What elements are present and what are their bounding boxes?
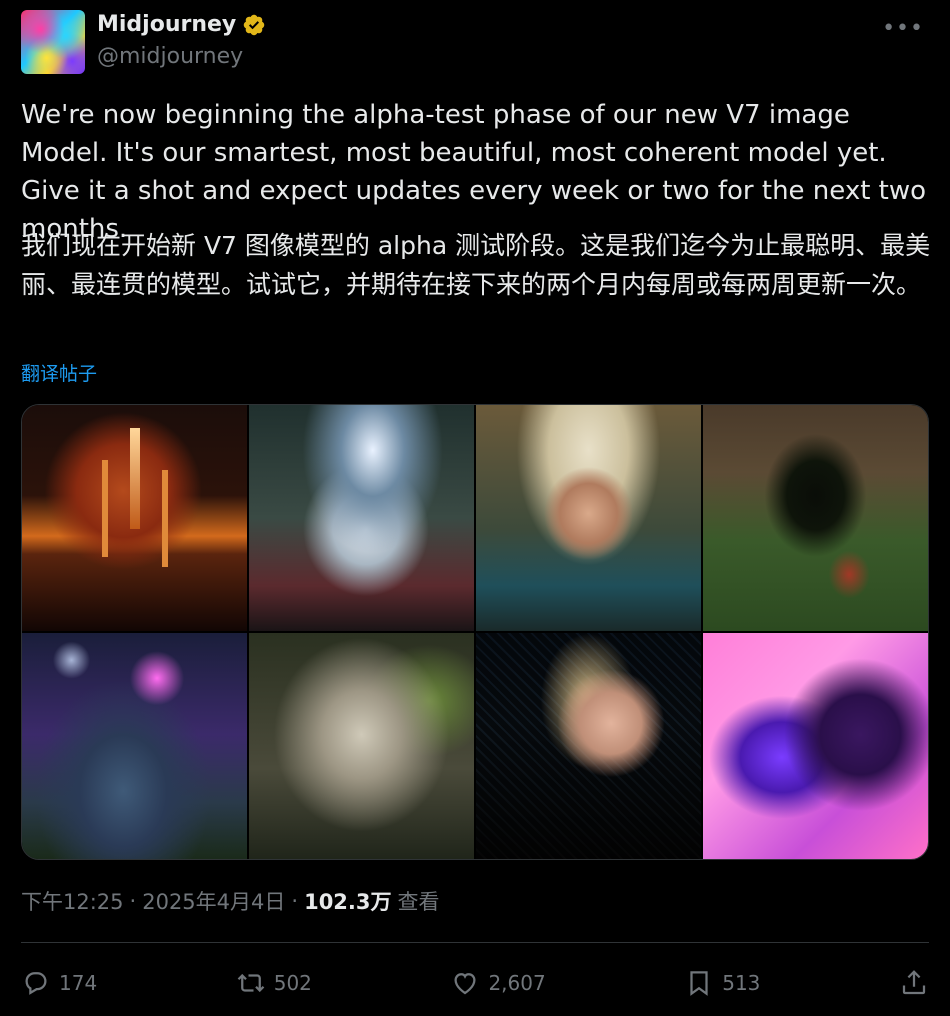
- tweet-meta: 下午12:25 · 2025年4月4日 · 102.3万 查看: [21, 886, 440, 916]
- media-image-owl-fantasy[interactable]: [22, 633, 247, 859]
- author-handle[interactable]: @midjourney: [97, 44, 243, 69]
- verified-badge-icon: [244, 14, 265, 35]
- translate-post-link[interactable]: 翻译帖子: [21, 359, 97, 386]
- tweet-time[interactable]: 下午12:25: [21, 886, 124, 916]
- share-button[interactable]: [899, 968, 929, 998]
- media-image-hooded-boy[interactable]: [476, 633, 701, 859]
- media-image-hooded-swordsman[interactable]: [249, 405, 474, 631]
- media-image-portrait-girl[interactable]: [476, 405, 701, 631]
- author-name[interactable]: Midjourney: [97, 12, 236, 37]
- meta-separator: ·: [291, 889, 299, 913]
- reply-button[interactable]: 174: [21, 968, 97, 998]
- repost-button[interactable]: 502: [236, 968, 312, 998]
- views-label: 查看: [397, 890, 440, 914]
- tweet-date[interactable]: 2025年4月4日: [142, 886, 285, 916]
- bookmark-icon: [690, 971, 708, 996]
- views-count: 102.3万: [304, 890, 392, 914]
- heart-icon: [454, 973, 476, 995]
- divider: [21, 942, 929, 943]
- bookmark-count: 513: [722, 971, 761, 995]
- avatar[interactable]: [21, 10, 85, 74]
- meta-separator: ·: [129, 889, 137, 913]
- tweet-text-chinese: 我们现在开始新 V7 图像模型的 alpha 测试阶段。这是我们迄今为止最聪明、…: [21, 231, 931, 299]
- media-image-girl-leopard[interactable]: [703, 633, 928, 859]
- tweet-text-english: We're now beginning the alpha-test phase…: [21, 100, 927, 244]
- media-image-stone-tiger[interactable]: [249, 633, 474, 859]
- more-options-icon[interactable]: •••: [882, 16, 924, 41]
- repost-icon: [237, 973, 265, 993]
- share-icon: [902, 970, 926, 995]
- tweet-header: Midjourney @midjourney •••: [21, 10, 930, 74]
- media-image-futuristic-city[interactable]: [22, 405, 247, 631]
- reply-icon: [25, 972, 47, 995]
- media-grid: [21, 404, 929, 860]
- like-button[interactable]: 2,607: [450, 968, 546, 998]
- media-image-stone-arch-rider[interactable]: [703, 405, 928, 631]
- reply-count: 174: [59, 971, 98, 995]
- action-bar: 174 502 2,607 513: [21, 962, 929, 1004]
- author-name-row: Midjourney: [97, 12, 266, 37]
- repost-count: 502: [273, 971, 312, 995]
- bookmark-button[interactable]: 513: [684, 968, 760, 998]
- like-count: 2,607: [488, 971, 546, 995]
